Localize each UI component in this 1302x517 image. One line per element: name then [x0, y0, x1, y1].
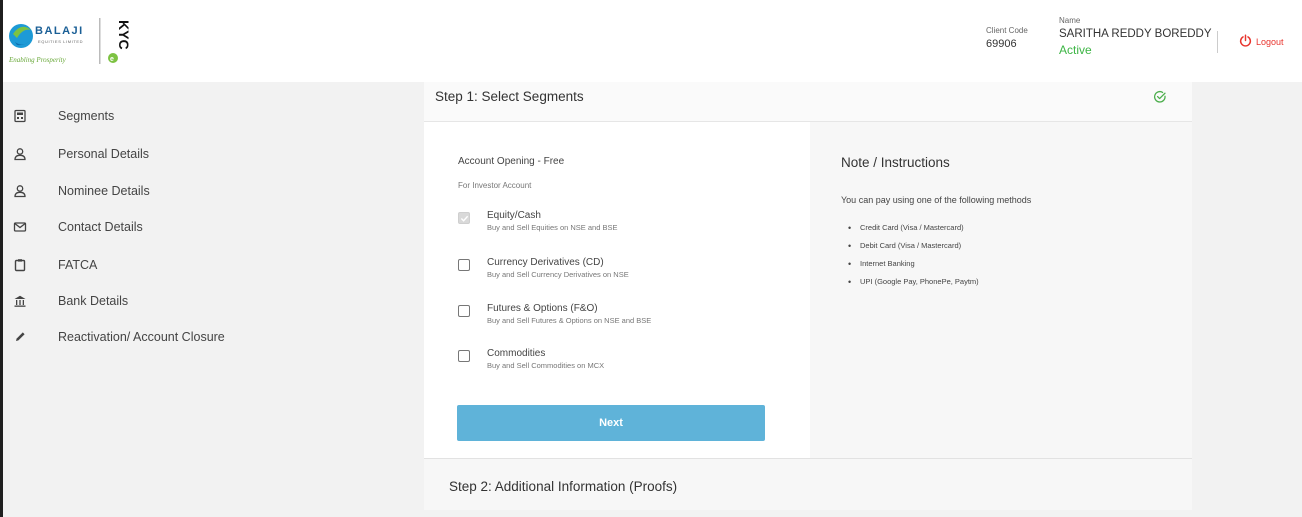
account-opening-title: Account Opening - Free [458, 156, 565, 167]
client-code-value: 69906 [986, 38, 1017, 50]
step1-header[interactable]: Step 1: Select Segments [424, 82, 1192, 122]
status-badge: Active [1059, 43, 1092, 57]
note-title: Note / Instructions [841, 155, 950, 170]
list-item: UPI (Google Pay, PhonePe, Paytm) [848, 276, 979, 294]
sidebar-item-segments[interactable]: Segments [3, 104, 413, 128]
instructions-panel: Note / Instructions You can pay using on… [810, 122, 1192, 458]
segment-name: Currency Derivatives (CD) [487, 257, 604, 268]
segments-panel: Account Opening - Free For Investor Acco… [424, 122, 810, 458]
bank-icon [13, 294, 27, 308]
sidebar-item-label: FATCA [58, 258, 98, 272]
equity-cash-checkbox[interactable] [458, 212, 470, 224]
list-item: Internet Banking [848, 258, 979, 276]
commodities-checkbox[interactable] [458, 350, 470, 362]
step2-header[interactable]: Step 2: Additional Information (Proofs) [424, 458, 1192, 510]
list-item: Debit Card (Visa / Mastercard) [848, 240, 979, 258]
calculator-icon [13, 109, 27, 123]
sidebar-item-label: Segments [58, 109, 115, 123]
power-icon [1239, 34, 1252, 49]
sidebar-item-bank-details[interactable]: Bank Details [3, 289, 413, 313]
sidebar-item-label: Contact Details [58, 220, 143, 234]
svg-text:Enabling Prosperity: Enabling Prosperity [8, 56, 67, 64]
sidebar-item-label: Nominee Details [58, 184, 150, 198]
name-label: Name [1059, 16, 1081, 25]
logout-label: Logout [1256, 36, 1284, 47]
sidebar-item-reactivation-account-closure[interactable]: Reactivation/ Account Closure [3, 325, 413, 349]
svg-text:e: e [110, 56, 114, 63]
clipboard-icon [13, 258, 27, 272]
account-type-label: For Investor Account [458, 181, 532, 190]
user-name: SARITHA REDDY BOREDDY [1059, 28, 1212, 40]
futures-options-checkbox[interactable] [458, 305, 470, 317]
check-circle-icon [1153, 90, 1167, 104]
client-code-label: Client Code [986, 26, 1028, 35]
sidebar-item-personal-details[interactable]: Personal Details [3, 142, 413, 166]
header-divider [1217, 31, 1218, 53]
segment-name: Futures & Options (F&O) [487, 303, 598, 314]
sidebar-item-nominee-details[interactable]: Nominee Details [3, 179, 413, 203]
balaji-ekyc-logo: BALAJI EQUITIES LIMITED Enabling Prosper… [7, 12, 147, 68]
step2-title: Step 2: Additional Information (Proofs) [449, 479, 678, 494]
segment-desc: Buy and Sell Commodities on MCX [487, 361, 605, 370]
currency-derivatives-checkbox[interactable] [458, 259, 470, 271]
step1-title: Step 1: Select Segments [435, 89, 584, 104]
segment-desc: Buy and Sell Equities on NSE and BSE [487, 223, 618, 232]
payment-methods-list: Credit Card (Visa / Mastercard) Debit Ca… [848, 222, 979, 294]
sidebar-item-contact-details[interactable]: Contact Details [3, 215, 413, 239]
list-item: Credit Card (Visa / Mastercard) [848, 222, 979, 240]
sidebar-item-label: Bank Details [58, 294, 129, 308]
sidebar-item-label: Personal Details [58, 147, 150, 161]
segment-desc: Buy and Sell Currency Derivatives on NSE [487, 270, 629, 279]
segment-name: Equity/Cash [487, 210, 541, 221]
svg-text:BALAJI: BALAJI [35, 25, 84, 37]
app-header: BALAJI EQUITIES LIMITED Enabling Prosper… [3, 0, 1302, 82]
next-button[interactable]: Next [457, 405, 765, 441]
pencil-icon [13, 330, 27, 344]
segment-desc: Buy and Sell Futures & Options on NSE an… [487, 316, 652, 325]
user-name-block: Name SARITHA REDDY BOREDDY Active [1059, 16, 1212, 57]
note-text: You can pay using one of the following m… [841, 195, 1032, 205]
logout-button[interactable]: Logout [1239, 34, 1284, 49]
sidebar-item-label: Reactivation/ Account Closure [58, 330, 225, 344]
mail-icon [13, 220, 27, 234]
client-code-block: Client Code 69906 [986, 26, 1028, 50]
svg-text:EQUITIES LIMITED: EQUITIES LIMITED [38, 39, 83, 44]
sidebar-item-fatca[interactable]: FATCA [3, 253, 413, 277]
user-icon [13, 184, 27, 198]
user-icon [13, 147, 27, 161]
segment-name: Commodities [487, 348, 546, 359]
svg-text:KYC: KYC [116, 20, 132, 50]
